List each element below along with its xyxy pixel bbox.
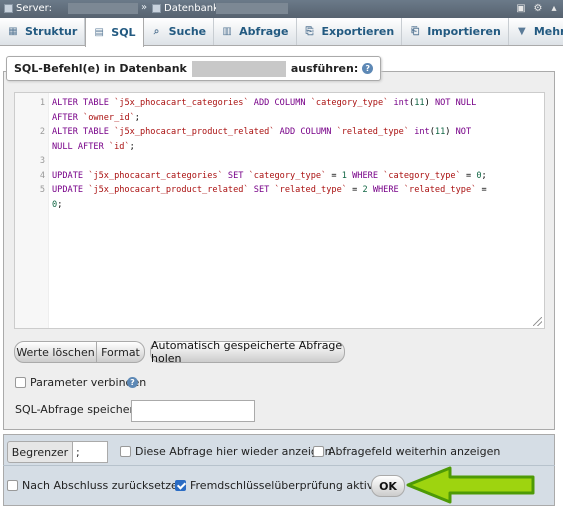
rollback-label: Nach Abschluss zurücksetzen: [22, 479, 185, 492]
help-icon[interactable]: ?: [127, 377, 138, 388]
search-icon: ⌕: [153, 25, 160, 37]
save-query-label: SQL-Abfrage speichern:: [15, 403, 145, 416]
tab-exportieren[interactable]: ⎘ Exportieren: [297, 18, 403, 45]
tab-abfrage[interactable]: ▥ Abfrage: [214, 18, 297, 45]
lock-icon[interactable]: ▣: [516, 3, 526, 14]
show-again-checkbox[interactable]: [120, 446, 131, 457]
fk-checks-label: Fremdschlüsselüberprüfung aktivieren: [190, 479, 402, 492]
code-text: 0;: [52, 199, 63, 210]
tab-mehr[interactable]: ▼ Mehr: [509, 18, 563, 45]
tab-label: Suche: [168, 25, 207, 38]
keep-box-checkbox[interactable]: [313, 446, 324, 457]
code-text: UPDATE `j5x_phocacart_product_related` S…: [52, 185, 487, 195]
annotation-arrow: [406, 466, 535, 504]
server-name-redacted: [68, 3, 138, 14]
database-label: Datenbank:: [164, 3, 223, 14]
tab-sql[interactable]: ▤ SQL: [85, 18, 144, 47]
breadcrumb-database[interactable]: Datenbank:: [152, 3, 222, 14]
tab-importieren[interactable]: ⎗ Importieren: [402, 18, 509, 45]
code-text: ALTER TABLE `j5x_phocacart_product_relat…: [52, 127, 472, 137]
editor-button-group: Werte löschen Format: [14, 341, 145, 363]
breadcrumb-bar: Server: » Datenbank: ▣ ⚙ ▴: [0, 0, 563, 18]
line-number: 2: [39, 127, 45, 137]
import-icon: ⎗: [411, 25, 420, 37]
code-text: NULL AFTER `id`;: [52, 141, 135, 152]
tab-label: Struktur: [25, 25, 78, 38]
code-text: UPDATE `j5x_phocacart_categories` SET `c…: [52, 170, 487, 181]
line-number: 5: [39, 185, 45, 195]
export-icon: ⎘: [305, 25, 314, 37]
table-structure-icon: ▦: [8, 25, 18, 37]
server-icon: [4, 4, 13, 13]
tab-label: Abfrage: [239, 25, 289, 38]
sql-panel-legend: SQL-Befehl(e) in Datenbank ausführen: ?: [6, 56, 382, 81]
sql-editor[interactable]: 1 ALTER TABLE `j5x_phocacart_categories` …: [14, 92, 545, 329]
tab-label: SQL: [111, 26, 136, 39]
tab-label: Exportieren: [321, 25, 395, 38]
tab-suche[interactable]: ⌕ Suche: [144, 18, 215, 45]
breadcrumb-separator: »: [141, 2, 148, 13]
line-number: 3: [39, 156, 45, 166]
tab-struktur[interactable]: ▦ Struktur: [0, 18, 86, 45]
autosave-button[interactable]: Automatisch gespeicherte Abfrage holen: [150, 339, 345, 365]
show-again-label: Diese Abfrage hier wieder anzeigen: [135, 445, 332, 458]
database-icon: [152, 4, 161, 13]
rollback-checkbox[interactable]: [7, 480, 18, 491]
delimiter-input[interactable]: ;: [73, 441, 108, 463]
clear-button[interactable]: Werte löschen: [14, 341, 97, 363]
query-icon: ▥: [222, 25, 232, 37]
arrow-shape: [406, 466, 535, 504]
code-text: ALTER TABLE `j5x_phocacart_categories` A…: [52, 98, 477, 108]
bind-params-checkbox[interactable]: [15, 377, 26, 388]
chevron-down-icon: ▼: [517, 25, 526, 37]
help-icon[interactable]: ?: [362, 63, 374, 74]
code-text: AFTER `owner_id`;: [52, 112, 140, 123]
format-button[interactable]: Format: [97, 341, 145, 363]
ok-button[interactable]: OK: [371, 475, 405, 497]
expand-icon[interactable]: ▴: [549, 3, 559, 14]
tab-label: Importieren: [427, 25, 501, 38]
sql-icon: ▤: [94, 26, 104, 38]
resize-handle[interactable]: [533, 317, 542, 326]
fk-checks-checkbox[interactable]: [175, 480, 186, 491]
legend-suffix: ausführen:: [290, 62, 359, 75]
legend-prefix: SQL-Befehl(e) in Datenbank: [14, 62, 187, 75]
tab-label: Mehr: [533, 25, 563, 38]
line-number: 4: [39, 170, 45, 181]
database-name-redacted: [216, 3, 288, 14]
breadcrumb-server[interactable]: Server:: [4, 3, 52, 14]
gear-icon[interactable]: ⚙: [533, 3, 543, 14]
delimiter-group: Begrenzer ;: [7, 441, 108, 463]
server-label: Server:: [16, 3, 52, 14]
database-name-redacted: [191, 60, 286, 77]
delimiter-label: Begrenzer: [7, 441, 73, 463]
line-number: 1: [39, 98, 45, 108]
keep-box-label: Abfragefeld weiterhin anzeigen: [328, 445, 501, 458]
save-query-input[interactable]: [131, 400, 255, 422]
tab-bar: ▦ Struktur ▤ SQL ⌕ Suche ▥ Abfrage ⎘ Exp…: [0, 18, 563, 47]
